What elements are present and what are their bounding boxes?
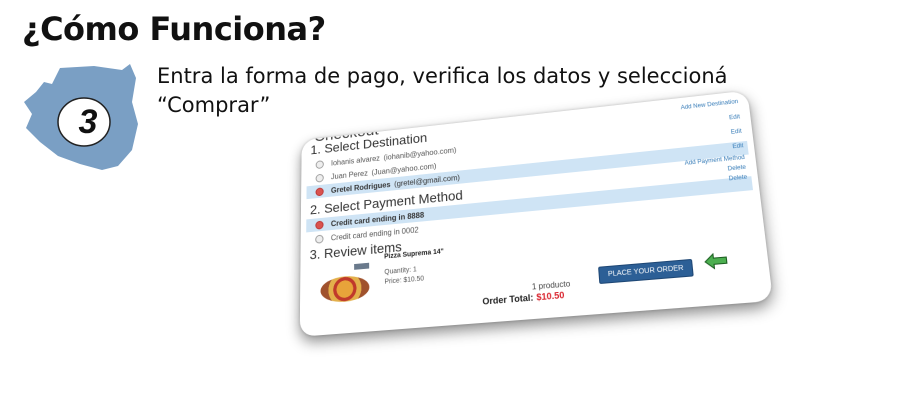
item-price: Price: $10.50	[384, 275, 425, 286]
product-count: 1 producto	[531, 279, 571, 292]
radio-button[interactable]	[315, 159, 324, 169]
arrow-left-icon	[702, 252, 729, 271]
edit-link[interactable]: Edit	[732, 143, 744, 150]
item-tag-icon	[354, 262, 370, 270]
instruction-line-1: Entra la forma de pago, verifica los dat…	[157, 64, 728, 88]
edit-link[interactable]: Edit	[729, 114, 740, 121]
order-total-label: Order Total:	[482, 292, 534, 307]
step-badge: 3	[22, 62, 144, 176]
pizza-image	[320, 274, 370, 304]
item-quantity: Quantity: 1	[384, 266, 417, 276]
instruction-text: Entra la forma de pago, verifica los dat…	[157, 62, 857, 120]
radio-button[interactable]	[315, 234, 324, 244]
order-total-value: $10.50	[536, 289, 565, 303]
place-order-button[interactable]: PLACE YOUR ORDER	[598, 258, 694, 285]
radio-button[interactable]	[315, 173, 324, 183]
step-number: 3	[78, 102, 98, 141]
slide-title: ¿Cómo Funciona?	[22, 10, 326, 48]
address-name: Juan Perez	[330, 168, 368, 181]
radio-button-selected[interactable]	[315, 186, 324, 196]
edit-link[interactable]: Edit	[731, 129, 742, 136]
address-name: Gretel Rodrigues	[330, 180, 391, 195]
order-total: Order Total: $10.50	[482, 290, 564, 307]
radio-button-selected[interactable]	[315, 220, 324, 230]
checkout-screenshot: Checkout 1. Select Destination Add New D…	[299, 90, 774, 337]
instruction-line-2: “Comprar”	[157, 93, 271, 117]
add-destination-link[interactable]: Add New Destination	[681, 99, 739, 111]
delete-link[interactable]: Delete	[727, 165, 746, 173]
